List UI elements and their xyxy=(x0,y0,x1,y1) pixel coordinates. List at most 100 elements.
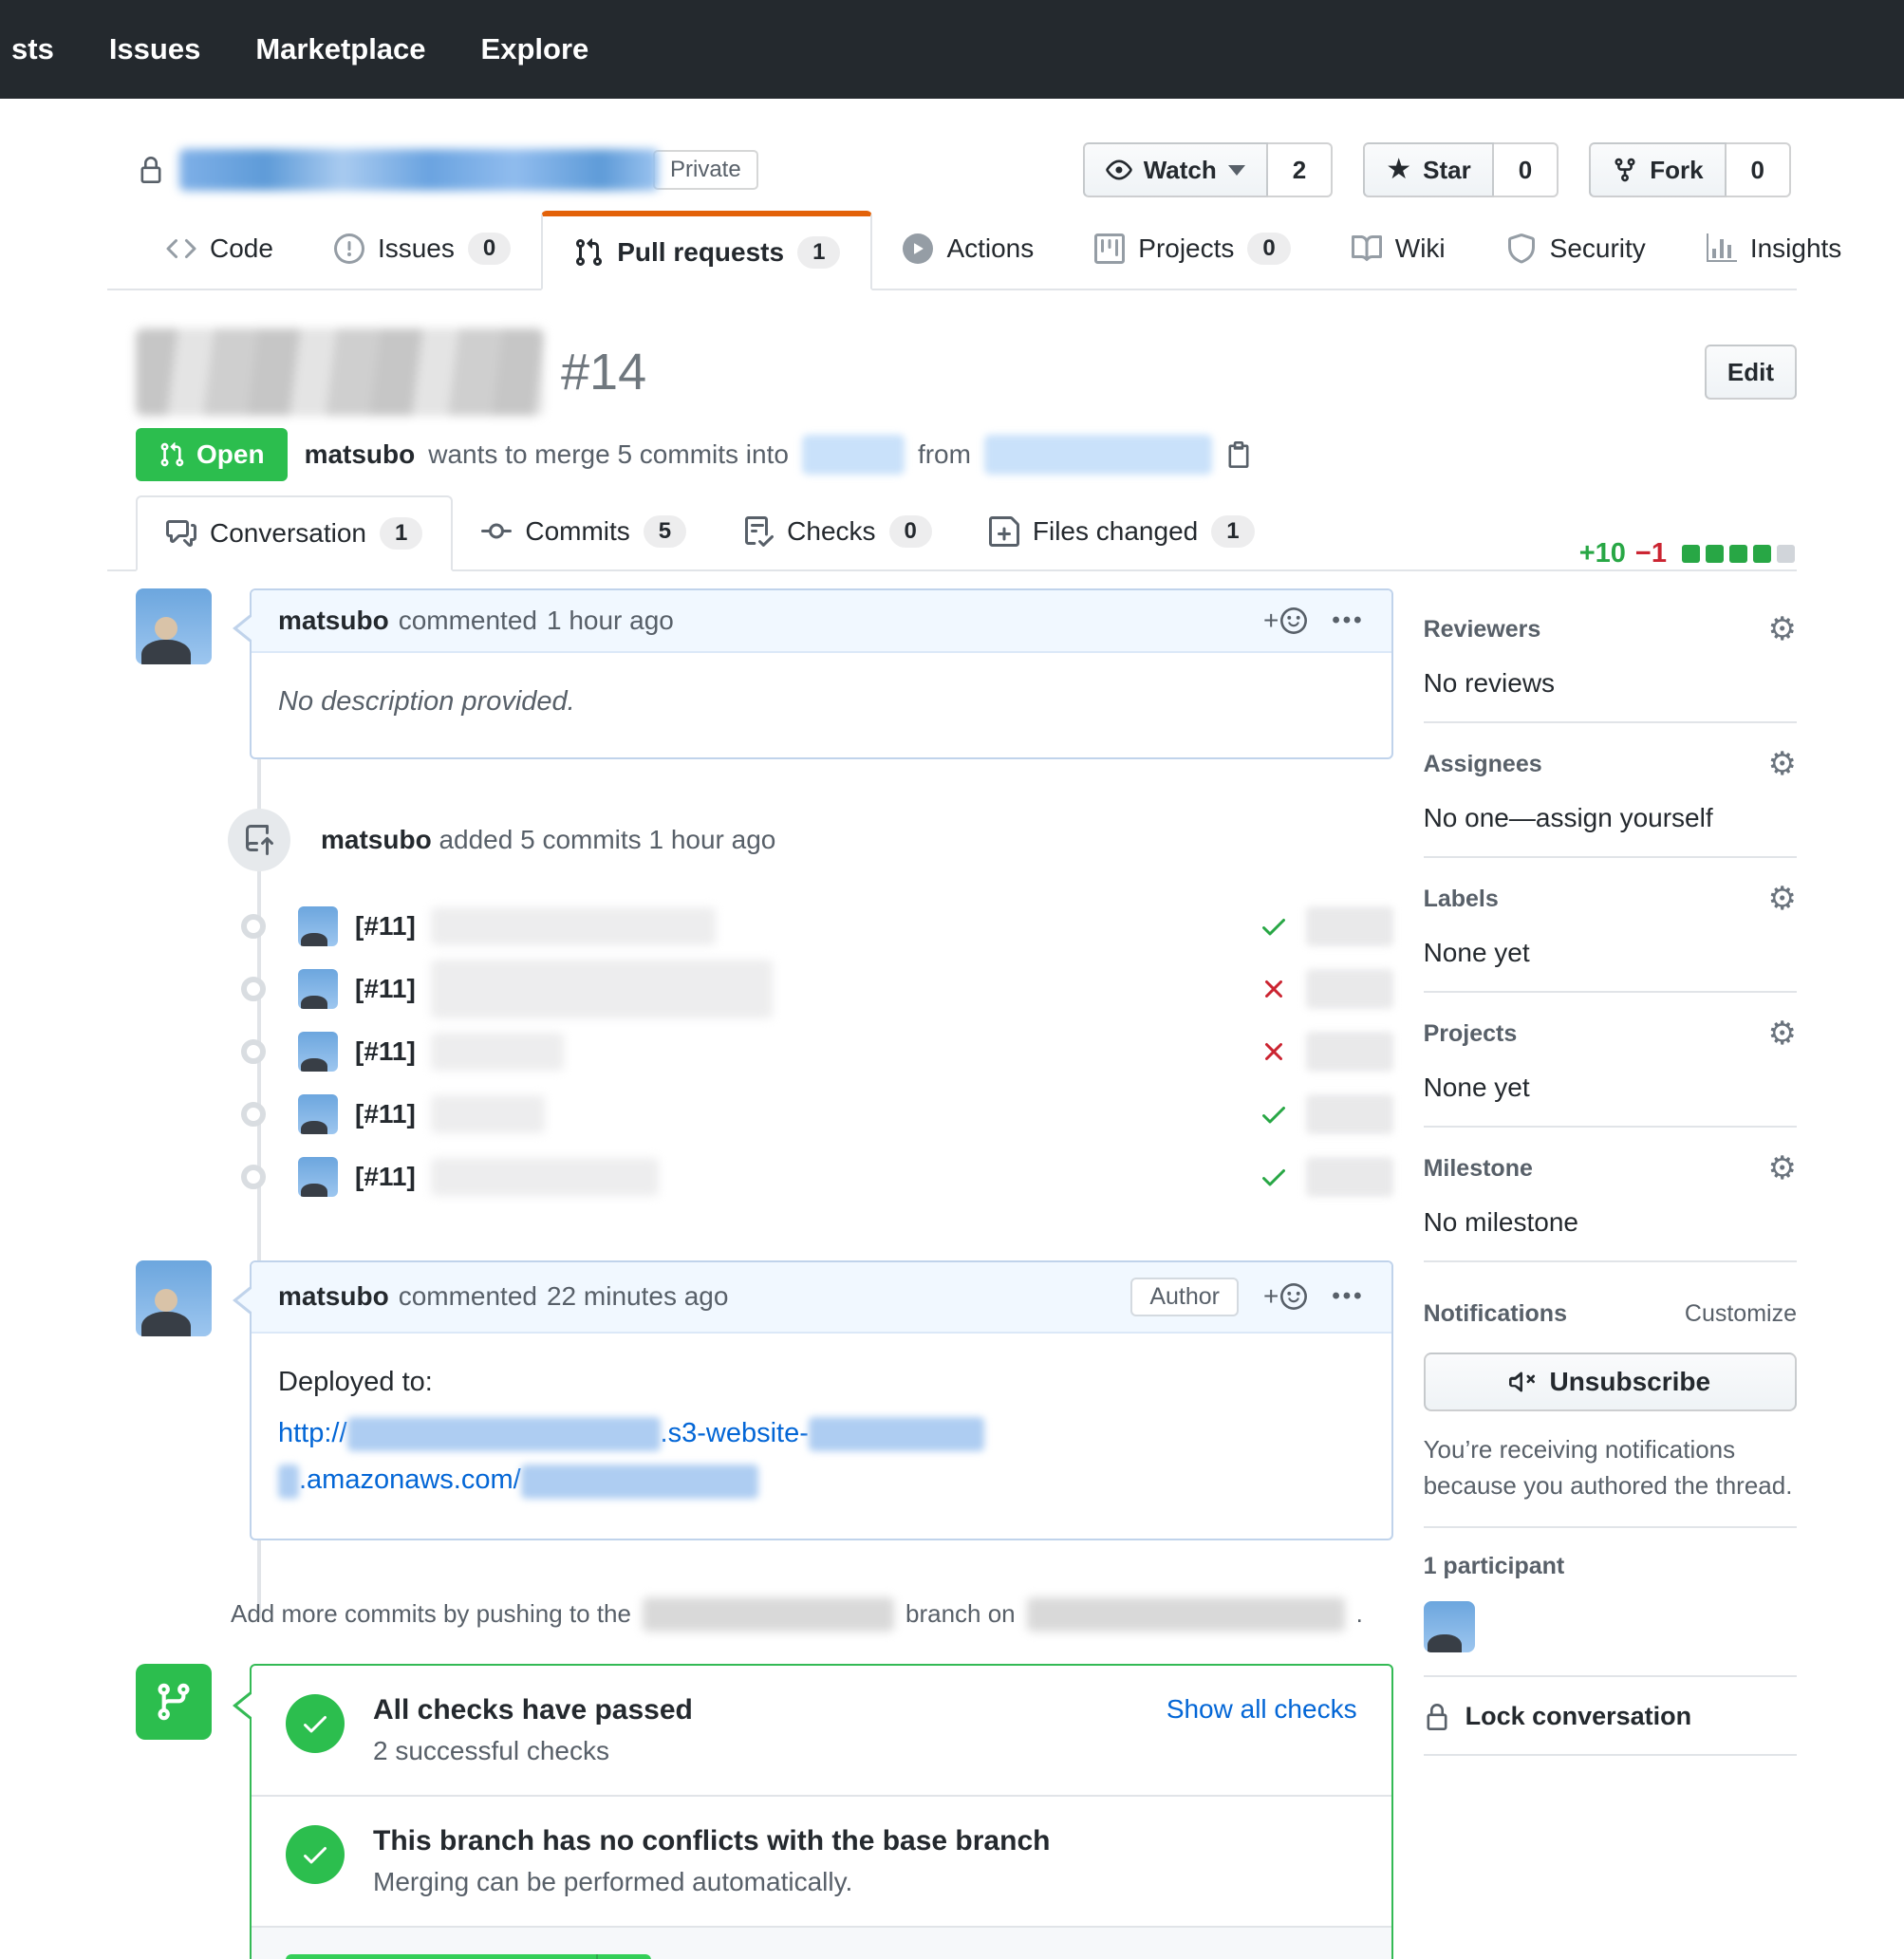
commit-message-redacted[interactable] xyxy=(431,1033,564,1071)
commit-row: [#11] xyxy=(136,959,1393,1019)
mute-icon xyxy=(1509,1369,1536,1395)
pull-requests-count-badge: 1 xyxy=(797,236,840,269)
tab-actions[interactable]: Actions xyxy=(872,209,1064,289)
code-icon xyxy=(166,233,196,264)
tab-issues[interactable]: Issues 0 xyxy=(304,209,541,289)
merge-alternatives-text: You can also open this in GitHub Desktop… xyxy=(678,1955,1357,1959)
eye-icon xyxy=(1106,157,1132,183)
projects-title: Projects xyxy=(1424,1020,1518,1048)
files-count-badge: 1 xyxy=(1211,515,1254,548)
comment-timestamp[interactable]: 22 minutes ago xyxy=(547,1281,728,1312)
tab-commits[interactable]: Commits 5 xyxy=(453,494,715,569)
gear-icon[interactable]: ⚙ xyxy=(1768,1017,1797,1050)
milestone-body: No milestone xyxy=(1424,1207,1797,1238)
tab-code[interactable]: Code xyxy=(136,209,304,289)
x-icon[interactable] xyxy=(1259,1036,1289,1067)
show-all-checks-link[interactable]: Show all checks xyxy=(1167,1694,1357,1725)
projects-body: None yet xyxy=(1424,1073,1797,1103)
check-icon[interactable] xyxy=(1259,911,1289,942)
sidebar-section-notifications: Notifications Customize Unsubscribe You’… xyxy=(1424,1262,1797,1528)
commit-sha-redacted[interactable] xyxy=(1306,1094,1393,1134)
commit-row: [#11] xyxy=(136,1084,1393,1145)
commit-sha-redacted[interactable] xyxy=(1306,969,1393,1009)
commit-message-redacted[interactable] xyxy=(431,1095,545,1133)
pr-author-link[interactable]: matsubo xyxy=(305,439,416,470)
tab-security[interactable]: Security xyxy=(1476,209,1676,289)
add-reaction-button[interactable]: + xyxy=(1263,606,1307,636)
commit-message-redacted[interactable] xyxy=(431,960,773,1018)
commit-message-redacted[interactable] xyxy=(431,907,716,945)
comment-body: Deployed to: http://.s3-website- .amazon… xyxy=(252,1334,1391,1539)
add-reaction-button[interactable]: + xyxy=(1263,1281,1307,1312)
deletions-count: −1 xyxy=(1635,538,1667,569)
check-icon[interactable] xyxy=(1259,1099,1289,1129)
tab-insights[interactable]: Insights xyxy=(1676,209,1873,289)
github-desktop-link[interactable]: open this in GitHub Desktop xyxy=(836,1955,1167,1959)
commit-sha-redacted[interactable] xyxy=(1306,1032,1393,1072)
edit-button[interactable]: Edit xyxy=(1705,345,1797,400)
checks-status-section: All checks have passed 2 successful chec… xyxy=(252,1666,1391,1795)
event-author-link[interactable]: matsubo xyxy=(321,825,432,854)
conflicts-status-section: This branch has no conflicts with the ba… xyxy=(252,1795,1391,1926)
deploy-link[interactable]: http://.s3-website- .amazonaws.com/ xyxy=(278,1410,1365,1504)
assignees-body[interactable]: No one—assign yourself xyxy=(1424,803,1797,833)
nav-item-pull-requests-cut[interactable]: sts xyxy=(11,32,54,66)
labels-title: Labels xyxy=(1424,886,1499,913)
kebab-menu-button[interactable]: ••• xyxy=(1332,1283,1364,1310)
tab-pull-requests[interactable]: Pull requests 1 xyxy=(541,211,872,290)
avatar[interactable] xyxy=(136,1260,212,1336)
repo-name-redacted[interactable] xyxy=(179,149,659,191)
gear-icon[interactable]: ⚙ xyxy=(1768,748,1797,780)
avatar[interactable] xyxy=(136,588,212,664)
star-button[interactable]: ★ Star xyxy=(1363,142,1493,197)
commit-message-redacted[interactable] xyxy=(431,1158,659,1196)
star-button-group: ★ Star 0 xyxy=(1363,142,1559,197)
nav-item-explore[interactable]: Explore xyxy=(481,32,589,66)
avatar[interactable] xyxy=(298,969,338,1009)
customize-link[interactable]: Customize xyxy=(1685,1300,1797,1328)
kebab-menu-button[interactable]: ••• xyxy=(1332,607,1364,634)
avatar[interactable] xyxy=(1424,1601,1475,1652)
head-branch-redacted[interactable] xyxy=(984,435,1212,475)
smiley-icon xyxy=(1280,1283,1307,1310)
tab-settings[interactable]: ⚙ Settings xyxy=(1872,209,1904,289)
nav-item-issues[interactable]: Issues xyxy=(109,32,201,66)
avatar[interactable] xyxy=(298,1032,338,1072)
fork-count[interactable]: 0 xyxy=(1727,142,1791,197)
gear-icon[interactable]: ⚙ xyxy=(1768,1152,1797,1185)
lock-conversation-button[interactable]: Lock conversation xyxy=(1424,1702,1797,1731)
x-icon[interactable] xyxy=(1259,974,1289,1004)
tab-wiki[interactable]: Wiki xyxy=(1321,209,1476,289)
sidebar-section-assignees: Assignees ⚙ No one—assign yourself xyxy=(1424,723,1797,858)
pr-title-redacted xyxy=(136,328,544,416)
nav-item-marketplace[interactable]: Marketplace xyxy=(255,32,425,66)
commit-node-icon xyxy=(241,914,266,939)
tab-projects[interactable]: Projects 0 xyxy=(1064,209,1321,289)
clipboard-copy-icon[interactable] xyxy=(1225,441,1252,468)
commit-sha-redacted[interactable] xyxy=(1306,1157,1393,1197)
comment-timestamp[interactable]: 1 hour ago xyxy=(547,606,674,636)
commit-ref: [#11] xyxy=(355,911,416,942)
gear-icon[interactable]: ⚙ xyxy=(1768,883,1797,915)
check-icon[interactable] xyxy=(1259,1162,1289,1192)
comment-author-link[interactable]: matsubo xyxy=(278,606,389,636)
fork-button[interactable]: Fork xyxy=(1589,142,1726,197)
merge-pull-request-button[interactable]: Merge pull request xyxy=(286,1954,596,1959)
avatar[interactable] xyxy=(298,1094,338,1134)
star-icon: ★ xyxy=(1386,156,1411,184)
watch-count[interactable]: 2 xyxy=(1268,142,1333,197)
watch-button[interactable]: Watch xyxy=(1083,142,1268,197)
avatar[interactable] xyxy=(298,1157,338,1197)
base-branch-redacted[interactable] xyxy=(802,435,905,475)
chevron-down-icon xyxy=(1228,165,1245,176)
commit-sha-redacted[interactable] xyxy=(1306,906,1393,946)
unsubscribe-button[interactable]: Unsubscribe xyxy=(1424,1353,1797,1411)
gear-icon[interactable]: ⚙ xyxy=(1768,613,1797,645)
tab-files-changed[interactable]: Files changed 1 xyxy=(961,494,1283,569)
avatar[interactable] xyxy=(298,906,338,946)
tab-checks[interactable]: Checks 0 xyxy=(715,494,961,569)
tab-conversation[interactable]: Conversation 1 xyxy=(136,495,453,571)
merge-options-dropdown[interactable] xyxy=(596,1954,651,1959)
comment-author-link[interactable]: matsubo xyxy=(278,1281,389,1312)
star-count[interactable]: 0 xyxy=(1494,142,1559,197)
